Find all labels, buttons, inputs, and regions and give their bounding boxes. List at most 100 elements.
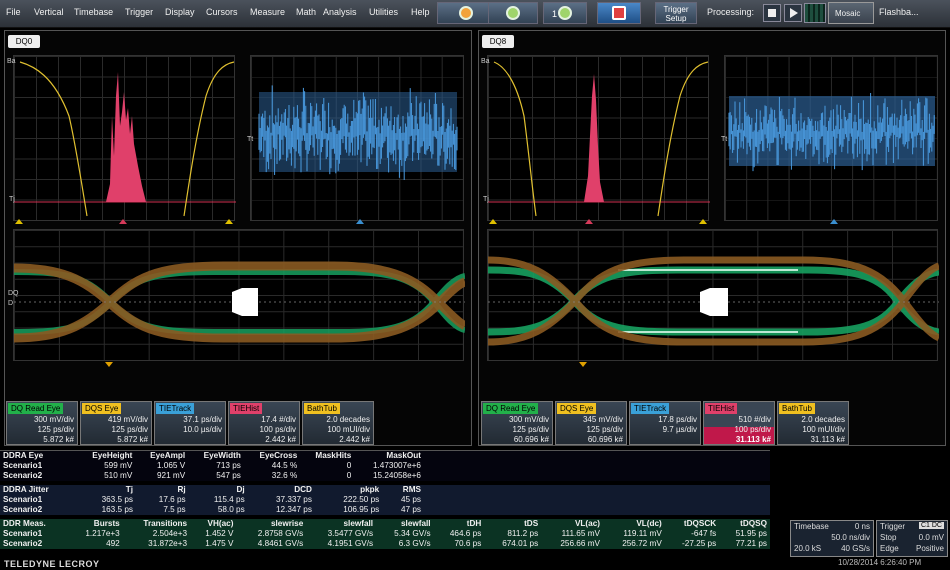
table-cell: 12.347 ps	[275, 505, 312, 514]
trigger-badge: C1 DC	[918, 522, 944, 529]
tool-number: 1	[552, 9, 558, 19]
settings-gear-icon	[459, 6, 473, 20]
timebase-delay: 0 ns	[854, 522, 870, 531]
menu-display[interactable]: Display	[165, 7, 195, 17]
table-cell: 47 ps	[400, 505, 421, 514]
record-icon	[612, 6, 626, 20]
tile-bathtub[interactable]: BathTub 2.0 decades 100 mUI/div 31.113 k…	[777, 401, 849, 445]
trigger-descriptor[interactable]: Trigger C1 DC Stop 0.0 mV Edge Positive	[876, 520, 948, 557]
marker-yellow	[489, 219, 497, 224]
column-header: Dj	[236, 485, 245, 494]
menu-math[interactable]: Math	[296, 7, 316, 17]
menu-analysis[interactable]: Analysis	[323, 7, 357, 17]
menu-trigger[interactable]: Trigger	[125, 7, 153, 17]
table-cell: 363.5 ps	[101, 495, 133, 504]
table-row: Scenario1 363.5 ps 17.6 ps 115.4 ps 37.3…	[0, 495, 770, 505]
menu-utilities[interactable]: Utilities	[369, 7, 398, 17]
menu-measure[interactable]: Measure	[250, 7, 285, 17]
tile-tie-track[interactable]: TIETrack 17.8 ps/div 9.7 µs/div	[629, 401, 701, 445]
tie-track-plot: Tt	[721, 55, 938, 221]
panel-tab-dq8[interactable]: DQ8	[482, 35, 514, 48]
row-label: Scenario2	[3, 505, 43, 514]
stop-icon	[768, 9, 776, 17]
table-cell: 3.5477 GV/s	[327, 529, 374, 538]
table-cell: 115.4 ps	[213, 495, 245, 504]
tile-bathtub[interactable]: BathTub 2.0 decades 100 mUI/div 2.442 k#	[302, 401, 374, 445]
table-cell: 51.95 ps	[735, 529, 767, 538]
trigger-level: 0.0 mV	[918, 533, 944, 542]
menu-timebase[interactable]: Timebase	[74, 7, 113, 17]
column-header: RMS	[402, 485, 421, 494]
table-cell: 0	[346, 461, 352, 470]
tile-tie-hist[interactable]: TIEHist 17.4 #/div 100 ps/div 2.442 k#	[228, 401, 300, 445]
column-header: VH(ac)	[207, 519, 234, 528]
record-button[interactable]	[597, 2, 641, 24]
column-header: slewfall	[400, 519, 431, 528]
trigger-setup-line2: Setup	[665, 14, 687, 23]
menu-file[interactable]: File	[6, 7, 21, 17]
trigger-setup-button[interactable]: Trigger Setup	[655, 2, 697, 24]
table-cell: 599 mV	[104, 461, 133, 470]
table-title: DDRA Jitter	[3, 485, 49, 494]
timebase-rate: 40 GS/s	[841, 544, 870, 553]
tile-title: BathTub	[779, 403, 815, 414]
column-header: MaskOut	[386, 451, 421, 460]
tile-dqs-eye[interactable]: DQS Eye 345 mV/div 125 ps/div 60.696 k#	[555, 401, 627, 445]
marker-yellow	[699, 219, 707, 224]
menu-help[interactable]: Help	[411, 7, 430, 17]
tile-line: 100 mUI/div	[327, 425, 370, 434]
menu-vertical[interactable]: Vertical	[34, 7, 64, 17]
tile-line: 300 mV/div	[33, 415, 74, 424]
table-cell: 1.473007e+6	[372, 461, 421, 470]
axis-label-tj: Tj	[483, 196, 489, 203]
tile-dq-read-eye[interactable]: DQ Read Eye 300 mV/div 125 ps/div 5.872 …	[6, 401, 78, 445]
menu-cursors[interactable]: Cursors	[206, 7, 238, 17]
mosaic-button[interactable]: Mosaic	[828, 2, 874, 24]
stop-button[interactable]	[763, 4, 781, 22]
play-button[interactable]	[784, 4, 802, 22]
table-cell: 2.8758 GV/s	[257, 529, 304, 538]
row-label: Scenario2	[3, 471, 43, 480]
tile-line: 60.696 k#	[587, 435, 623, 444]
table-cell: 5.34 GV/s	[394, 529, 431, 538]
ddr-measurement-table: DDR Meas. Bursts Transitions VH(ac) slew…	[0, 519, 770, 549]
table-cell: 1.217e+3	[85, 529, 120, 538]
table-cell: 119.11 mV	[623, 529, 662, 538]
column-header: EyeCross	[259, 451, 298, 460]
tile-line: 5.872 k#	[117, 435, 148, 444]
axis-label-tt: Tt	[721, 136, 728, 143]
table-cell: 58.0 ps	[217, 505, 245, 514]
eye-diagram-plot	[487, 229, 939, 361]
timebase-samples: 20.0 kS	[794, 544, 822, 553]
axis-label-tt: Tt	[247, 136, 254, 143]
tile-line: 31.113 k#	[810, 435, 845, 444]
table-cell: 17.6 ps	[158, 495, 186, 504]
table-cell: 921 mV	[156, 471, 186, 480]
tile-line: 2.0 decades	[801, 415, 845, 424]
marker-red	[585, 219, 593, 224]
table-cell: 492	[106, 539, 120, 548]
panel-tab-dq0[interactable]: DQ0	[8, 35, 40, 48]
tile-dq-read-eye[interactable]: DQ Read Eye 300 mV/div 125 ps/div 60.696…	[481, 401, 553, 445]
tile-tie-track[interactable]: TIETrack 37.1 ps/div 10.0 µs/div	[154, 401, 226, 445]
tile-tie-hist[interactable]: TIEHist 510 #/div 100 ps/div 31.113 k#	[703, 401, 775, 445]
channel-settings-button[interactable]	[437, 2, 495, 24]
measure-tool-button[interactable]	[488, 2, 538, 24]
row-label: Scenario1	[3, 495, 43, 504]
table-header-row: DDR Meas. Bursts Transitions VH(ac) slew…	[0, 519, 770, 529]
green-gear-icon	[558, 6, 572, 20]
flashback-button[interactable]: Flashba...	[879, 7, 919, 17]
grid-layout-button[interactable]	[804, 3, 826, 23]
column-header: Rj	[177, 485, 186, 494]
column-header: MaskHits	[315, 451, 352, 460]
tile-line: 100 ps/div	[734, 425, 771, 434]
timebase-descriptor[interactable]: Timebase 0 ns 50.0 ns/div 20.0 kS 40 GS/…	[790, 520, 874, 557]
tile-title: TIETrack	[156, 403, 195, 414]
math-tool-button[interactable]: 1	[543, 2, 587, 24]
tile-line: 100 ps/div	[259, 425, 296, 434]
table-row: Scenario1 599 mV 1.065 V 713 ps 44.5 % 0…	[0, 461, 770, 471]
tile-dqs-eye[interactable]: DQS Eye 419 mV/div 125 ps/div 5.872 k#	[80, 401, 152, 445]
eye-diagram-svg	[488, 256, 939, 346]
table-cell: 4.1951 GV/s	[327, 539, 374, 548]
column-header: tDQSQ	[740, 519, 767, 528]
